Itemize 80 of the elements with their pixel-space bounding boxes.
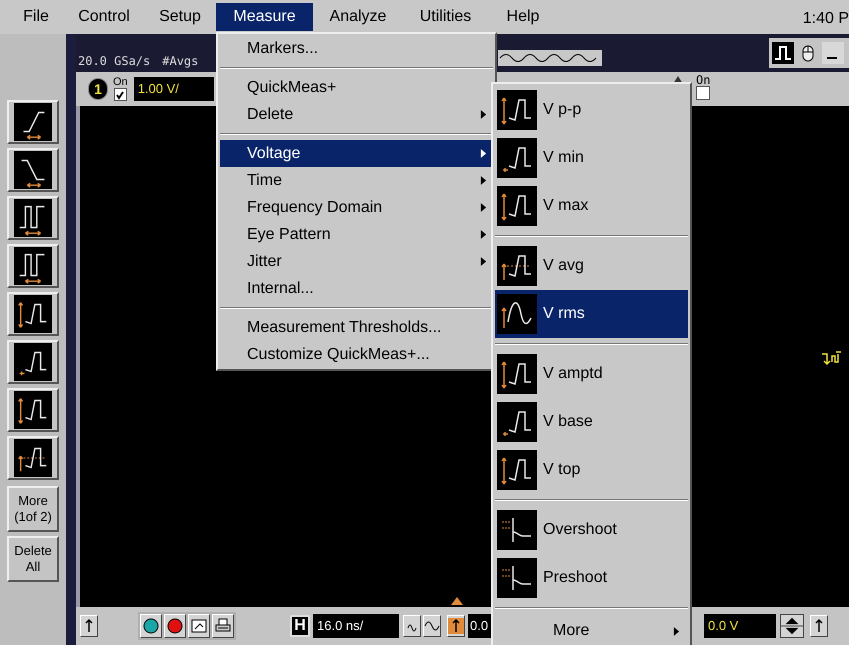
- trigger-position-icon: [451, 597, 463, 605]
- toolbar-button[interactable]: Delete All: [7, 536, 59, 582]
- pulse-icon: [13, 247, 53, 285]
- menu-item[interactable]: QuickMeas+: [220, 74, 493, 101]
- menu-item[interactable]: Customize QuickMeas+...: [220, 341, 493, 368]
- menu-item[interactable]: Preshoot: [495, 554, 688, 602]
- menu-item[interactable]: File: [8, 3, 64, 31]
- menu-item[interactable]: Voltage: [220, 140, 493, 167]
- menu-item[interactable]: Utilities: [403, 3, 488, 31]
- waveform-icon: [497, 354, 537, 394]
- timebase-field[interactable]: 16.0 ns/: [313, 614, 399, 638]
- channel-badge: 1: [88, 78, 108, 100]
- spinner-icon[interactable]: [781, 615, 803, 637]
- menu-item[interactable]: V max: [495, 182, 688, 230]
- menu-item[interactable]: Delete: [220, 101, 493, 128]
- horizontal-badge: H: [290, 615, 310, 637]
- menu-item[interactable]: Time: [220, 167, 493, 194]
- pulse-icon: [497, 402, 537, 442]
- menu-item[interactable]: Internal...: [220, 275, 493, 302]
- edge-icon: [13, 103, 53, 141]
- measure-button[interactable]: [7, 388, 59, 432]
- menu-item[interactable]: Analyze: [313, 3, 403, 31]
- menu-item[interactable]: Jitter: [220, 248, 493, 275]
- pulse-icon: [13, 199, 53, 237]
- stop-icon[interactable]: [167, 618, 183, 634]
- pulse-icon: [497, 450, 537, 490]
- pulse-icon: [13, 439, 53, 477]
- on-label: On: [113, 77, 128, 88]
- sample-rate: 20.0 GSa/s: [78, 53, 150, 70]
- menu-item[interactable]: V p-p: [495, 86, 688, 134]
- menu-item[interactable]: More: [495, 614, 688, 645]
- run-icon[interactable]: [143, 618, 159, 634]
- menu-item[interactable]: V rms: [495, 290, 688, 338]
- menu-item[interactable]: Overshoot: [495, 506, 688, 554]
- minimize-icon[interactable]: [822, 42, 844, 64]
- pulse-icon: [13, 295, 53, 333]
- waveform-icon: [497, 558, 537, 598]
- print-icon[interactable]: [215, 618, 231, 634]
- pulse-icon: [497, 90, 537, 130]
- image-icon[interactable]: [191, 618, 207, 634]
- pulse-icon: [13, 391, 53, 429]
- menu-item[interactable]: V avg: [495, 242, 688, 290]
- measure-button[interactable]: [7, 196, 59, 240]
- measure-button[interactable]: [7, 436, 59, 480]
- pulse-icon: [13, 343, 53, 381]
- averages-label: #Avgs: [162, 53, 198, 70]
- menu-item[interactable]: V min: [495, 134, 688, 182]
- menu-item[interactable]: Setup: [144, 3, 216, 31]
- measure-button[interactable]: [7, 100, 59, 144]
- channel-checkbox[interactable]: [114, 88, 127, 101]
- measure-button[interactable]: [7, 340, 59, 384]
- measure-button[interactable]: [7, 244, 59, 288]
- menu-item[interactable]: Measurement Thresholds...: [220, 314, 493, 341]
- toolbar-button[interactable]: More (1of 2): [7, 486, 59, 532]
- menu-item[interactable]: V base: [495, 398, 688, 446]
- pulse-icon: [497, 138, 537, 178]
- menu-item[interactable]: Frequency Domain: [220, 194, 493, 221]
- measure-button[interactable]: [7, 292, 59, 336]
- pulse-icon: [497, 186, 537, 226]
- trigger-level-icon: [820, 350, 844, 366]
- channel-checkbox[interactable]: [696, 86, 710, 100]
- menu-item[interactable]: Eye Pattern: [220, 221, 493, 248]
- clock: 1:40 P: [802, 9, 849, 29]
- offset-field[interactable]: 0.0 V: [704, 614, 776, 638]
- on-label: On: [696, 74, 710, 86]
- waveform-icon: [497, 510, 537, 550]
- menu-item[interactable]: Markers...: [220, 35, 493, 62]
- delay-field[interactable]: 0.0: [468, 614, 492, 638]
- menu-item[interactable]: Control: [64, 3, 144, 31]
- menu-item[interactable]: Help: [488, 3, 558, 31]
- pulse-mode-icon[interactable]: [772, 42, 794, 64]
- edge-icon: [13, 151, 53, 189]
- check-icon: [115, 90, 126, 100]
- menu-item[interactable]: Measure: [216, 3, 313, 31]
- measure-button[interactable]: [7, 148, 59, 192]
- pulse-icon: [497, 294, 537, 334]
- menu-item[interactable]: V top: [495, 446, 688, 494]
- pulse-icon: [497, 246, 537, 286]
- scale-field[interactable]: 1.00 V/: [134, 77, 214, 101]
- menu-item[interactable]: V amptd: [495, 350, 688, 398]
